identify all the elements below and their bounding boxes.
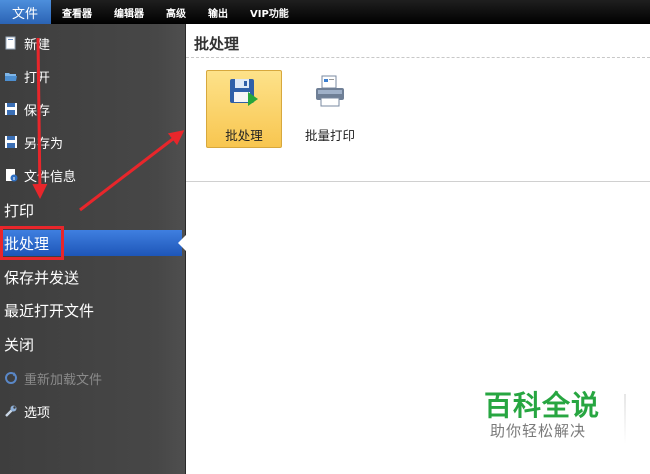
sidebar-item-label: 打印: [4, 201, 35, 220]
sidebar-item-save-as[interactable]: 另存为: [0, 129, 186, 155]
sidebar-item-label: 新建: [24, 37, 51, 53]
batch-process-button[interactable]: 批处理: [206, 70, 282, 148]
menu-output[interactable]: 输出: [197, 0, 239, 24]
sidebar-item-label: 最近打开文件: [4, 301, 95, 320]
sidebar-item-reload: 重新加载文件: [0, 365, 186, 391]
sidebar-item-save[interactable]: 保存: [0, 96, 186, 122]
folder-open-icon: [4, 69, 18, 83]
sidebar-item-save-and-send[interactable]: 保存并发送: [0, 264, 186, 290]
sidebar-item-file-info[interactable]: 文件信息: [0, 162, 186, 188]
sidebar-item-label: 批处理: [4, 234, 50, 253]
batch-save-icon: [226, 75, 262, 111]
batch-print-label: 批量打印: [304, 128, 355, 143]
sidebar-item-label: 保存并发送: [4, 268, 80, 287]
selection-notch: [178, 235, 186, 251]
sidebar-item-new[interactable]: 新建: [0, 30, 186, 56]
sidebar-item-open[interactable]: 打开: [0, 63, 186, 89]
sidebar-item-label: 打开: [24, 70, 51, 86]
sidebar-item-label: 另存为: [24, 136, 64, 152]
watermark-title: 百科全说: [484, 389, 601, 422]
reload-icon: [4, 371, 18, 385]
menu-file[interactable]: 文件: [0, 0, 51, 24]
sidebar-item-close[interactable]: 关闭: [0, 331, 186, 357]
menubar: 文件 查看器 编辑器 高级 输出 VIP功能: [0, 0, 650, 24]
sidebar-item-label: 保存: [24, 103, 51, 119]
file-info-icon: [4, 168, 18, 182]
file-sidebar: 新建 打开 保存 另存为 文件信息 打印 批处理 保存并发送 最近打开文件 关闭…: [0, 24, 186, 474]
batch-print-icon: [312, 74, 348, 110]
sidebar-item-label: 文件信息: [24, 169, 77, 185]
floppy-save-as-icon: [4, 135, 18, 149]
floppy-save-icon: [4, 102, 18, 116]
batch-process-label: 批处理: [225, 128, 263, 143]
menu-editor[interactable]: 编辑器: [103, 0, 155, 24]
watermark-divider: [624, 394, 626, 444]
tool-area: 批处理 批量打印: [186, 59, 650, 182]
sidebar-item-recent-files[interactable]: 最近打开文件: [0, 297, 186, 323]
sidebar-item-batch[interactable]: 批处理: [0, 230, 186, 256]
sidebar-item-options[interactable]: 选项: [0, 398, 186, 424]
title-divider: [186, 57, 650, 58]
sidebar-item-label: 重新加载文件: [24, 372, 103, 388]
sidebar-item-label: 关闭: [4, 335, 35, 354]
menu-vip[interactable]: VIP功能: [239, 0, 300, 24]
wrench-icon: [4, 404, 18, 418]
sidebar-item-print[interactable]: 打印: [0, 197, 186, 223]
page-title: 批处理: [194, 35, 240, 53]
new-file-icon: [4, 36, 18, 50]
batch-print-button[interactable]: 批量打印: [292, 70, 368, 148]
menu-advanced[interactable]: 高级: [155, 0, 197, 24]
menu-viewer[interactable]: 查看器: [51, 0, 103, 24]
sidebar-item-label: 选项: [24, 405, 51, 421]
watermark-subtitle: 助你轻松解决: [490, 422, 587, 440]
